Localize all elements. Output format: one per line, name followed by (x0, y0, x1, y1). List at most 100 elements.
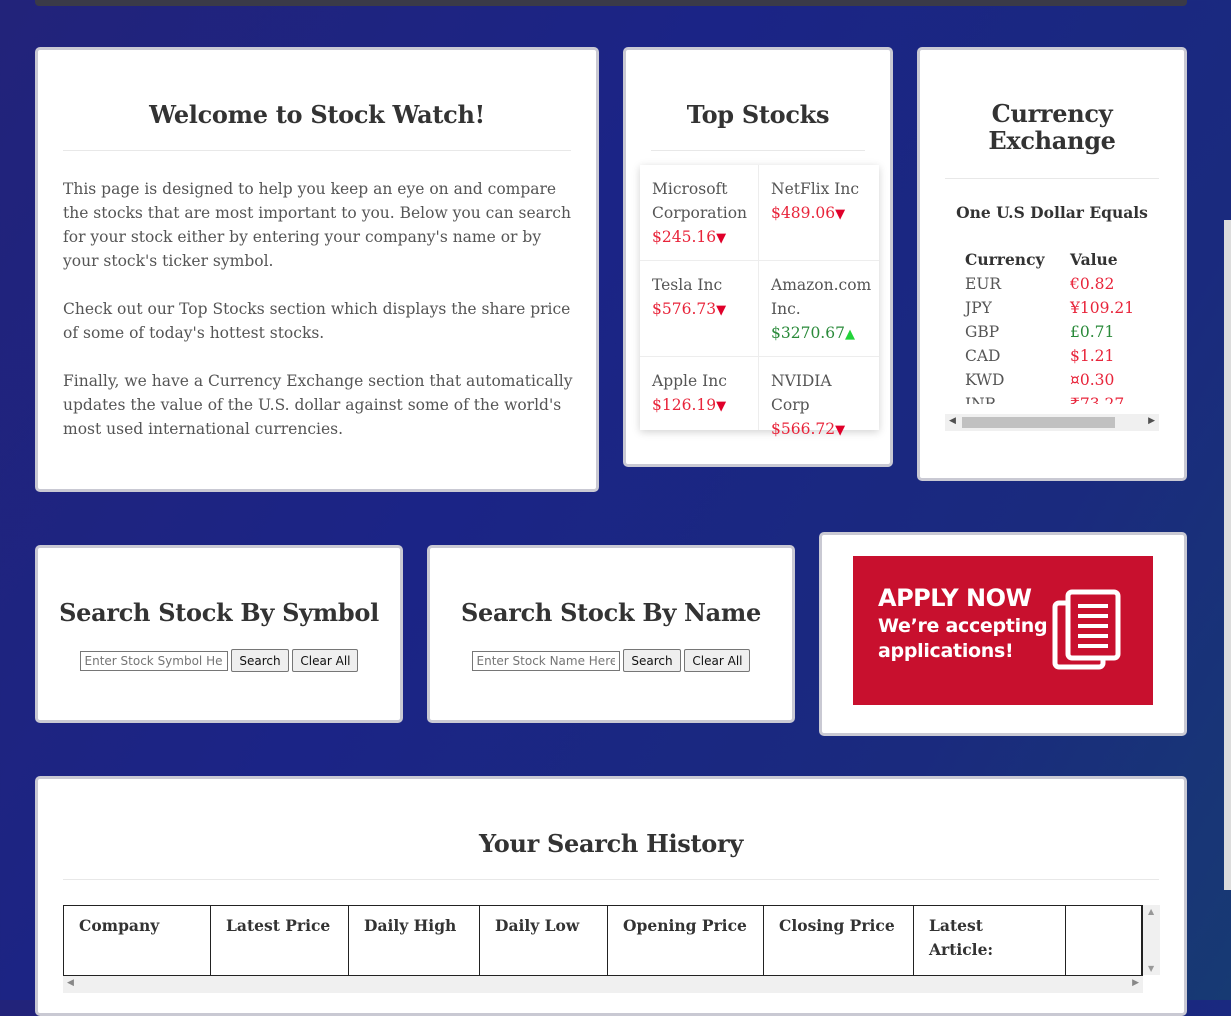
scroll-left-icon[interactable]: ◀ (949, 416, 956, 426)
currency-row: JPY ¥109.21 (965, 296, 1165, 320)
currency-value: €0.82 (1070, 275, 1115, 293)
currency-row: KWD ¤0.30 (965, 368, 1165, 392)
search-symbol-form: Search Clear All (38, 649, 400, 672)
scrollbar-thumb[interactable] (962, 417, 1115, 428)
stock-price: $489.06 (771, 204, 836, 222)
column-header-closing-price: Closing Price (764, 906, 914, 975)
search-name-button[interactable]: Search (623, 649, 681, 672)
column-header-opening-price: Opening Price (608, 906, 764, 975)
welcome-paragraph-2: Check out our Top Stocks section which d… (63, 300, 571, 342)
currency-value: ¤0.30 (1070, 371, 1115, 389)
divider (63, 879, 1159, 880)
currency-table: Currency Value EUR €0.82 JPY ¥109.21 GBP… (965, 248, 1165, 404)
search-history-table: Company Latest Price Daily High Daily Lo… (63, 905, 1143, 976)
top-bar (35, 0, 1187, 6)
currency-row: CAD $1.21 (965, 344, 1165, 368)
down-arrow-icon: ▼ (716, 399, 727, 414)
column-header-company: Company (64, 906, 211, 975)
currency-code: CAD (965, 347, 1001, 365)
column-header-daily-high: Daily High (349, 906, 480, 975)
stock-cell[interactable]: NetFlix Inc $489.06▼ (759, 165, 879, 261)
stock-symbol-input[interactable] (79, 650, 228, 671)
divider (63, 150, 571, 151)
currency-row: GBP £0.71 (965, 320, 1165, 344)
column-header-value: Value (1070, 250, 1118, 269)
stock-name: Tesla Inc (652, 276, 723, 294)
welcome-title: Welcome to Stock Watch! (149, 100, 485, 129)
clear-name-button[interactable]: Clear All (684, 649, 751, 672)
stock-cell[interactable]: Apple Inc $126.19▼ (640, 357, 759, 430)
currency-row: INR ₹73.27 (965, 392, 1165, 404)
stock-name-input[interactable] (471, 650, 620, 671)
top-stocks-title: Top Stocks (686, 100, 830, 129)
scroll-left-icon[interactable]: ◀ (67, 978, 74, 988)
history-vertical-scrollbar[interactable]: ▲ ▼ (1143, 905, 1160, 975)
stock-price: $245.16 (652, 228, 717, 246)
welcome-paragraph-1: This page is designed to help you keep a… (63, 180, 571, 270)
currency-row: EUR €0.82 (965, 272, 1165, 296)
currency-code: GBP (965, 323, 1000, 341)
stock-price: $566.72 (771, 420, 836, 438)
currency-value: ¥109.21 (1070, 299, 1135, 317)
stock-cell[interactable]: Amazon.com Inc. $3270.67▲ (759, 261, 879, 357)
scroll-up-icon[interactable]: ▲ (1148, 907, 1154, 916)
stock-cell[interactable]: NVIDIA Corp $566.72▼ (759, 357, 879, 438)
divider (651, 150, 865, 151)
column-header-daily-low: Daily Low (480, 906, 608, 975)
stock-name: Microsoft Corporation (652, 180, 748, 222)
scroll-right-icon[interactable]: ▶ (1132, 978, 1139, 988)
clear-symbol-button[interactable]: Clear All (292, 649, 359, 672)
scroll-down-icon[interactable]: ▼ (1148, 964, 1154, 973)
currency-title: Currency Exchange (988, 99, 1116, 155)
currency-code: INR (965, 395, 997, 404)
stock-grid: Microsoft Corporation $245.16▼ NetFlix I… (640, 165, 879, 438)
page-scrollbar[interactable] (1224, 220, 1231, 890)
down-arrow-icon: ▼ (716, 231, 727, 246)
currency-value: ₹73.27 (1070, 395, 1125, 404)
currency-table-header: Currency Value (965, 248, 1165, 272)
search-by-symbol-card: Search Stock By Symbol Search Clear All (35, 545, 403, 723)
stock-cell[interactable]: Microsoft Corporation $245.16▼ (640, 165, 759, 261)
down-arrow-icon: ▼ (835, 207, 846, 222)
stock-cell[interactable]: Tesla Inc $576.73▼ (640, 261, 759, 357)
stock-price: $576.73 (652, 300, 717, 318)
apply-headline: APPLY NOW (878, 584, 1032, 612)
search-history-card: Your Search History Company Latest Price… (35, 776, 1187, 1016)
up-arrow-icon: ▲ (844, 327, 855, 342)
column-header-latest-price: Latest Price (211, 906, 349, 975)
welcome-paragraph-3: Finally, we have a Currency Exchange sec… (63, 372, 573, 438)
column-header-latest-article: Latest Article: (914, 906, 1066, 975)
down-arrow-icon: ▼ (716, 303, 727, 318)
divider (945, 178, 1159, 179)
down-arrow-icon: ▼ (835, 423, 846, 438)
stock-name: Amazon.com Inc. (771, 276, 872, 318)
search-symbol-button[interactable]: Search (231, 649, 289, 672)
apply-now-banner[interactable]: APPLY NOW We’re accepting applications! (853, 556, 1153, 705)
top-stocks-card: Top Stocks Microsoft Corporation $245.16… (623, 47, 893, 467)
currency-code: KWD (965, 371, 1005, 389)
column-header-currency: Currency (965, 250, 1045, 269)
apply-subtext: We’re accepting applications! (878, 615, 1048, 662)
currency-code: JPY (965, 299, 992, 317)
history-horizontal-scrollbar[interactable]: ◀ ▶ (63, 976, 1143, 993)
currency-subtitle: One U.S Dollar Equals (956, 203, 1148, 222)
currency-code: EUR (965, 275, 1002, 293)
search-by-name-card: Search Stock By Name Search Clear All (427, 545, 795, 723)
search-history-title: Your Search History (478, 829, 743, 858)
search-name-form: Search Clear All (430, 649, 792, 672)
welcome-card: Welcome to Stock Watch! This page is des… (35, 47, 599, 492)
currency-horizontal-scrollbar[interactable]: ◀ ▶ (945, 414, 1159, 431)
scroll-right-icon[interactable]: ▶ (1148, 416, 1155, 426)
stock-name: NetFlix Inc (771, 180, 860, 198)
welcome-body: This page is designed to help you keep a… (63, 177, 578, 465)
search-symbol-title: Search Stock By Symbol (59, 598, 379, 627)
document-icon (1052, 589, 1121, 670)
currency-exchange-card: Currency Exchange One U.S Dollar Equals … (917, 47, 1187, 481)
currency-value: £0.71 (1070, 323, 1115, 341)
search-name-title: Search Stock By Name (461, 598, 761, 627)
currency-value: $1.21 (1070, 347, 1115, 365)
column-header-extra (1066, 906, 1142, 975)
stock-price: $3270.67 (771, 324, 845, 342)
stock-price: $126.19 (652, 396, 717, 414)
stock-name: Apple Inc (652, 372, 727, 390)
